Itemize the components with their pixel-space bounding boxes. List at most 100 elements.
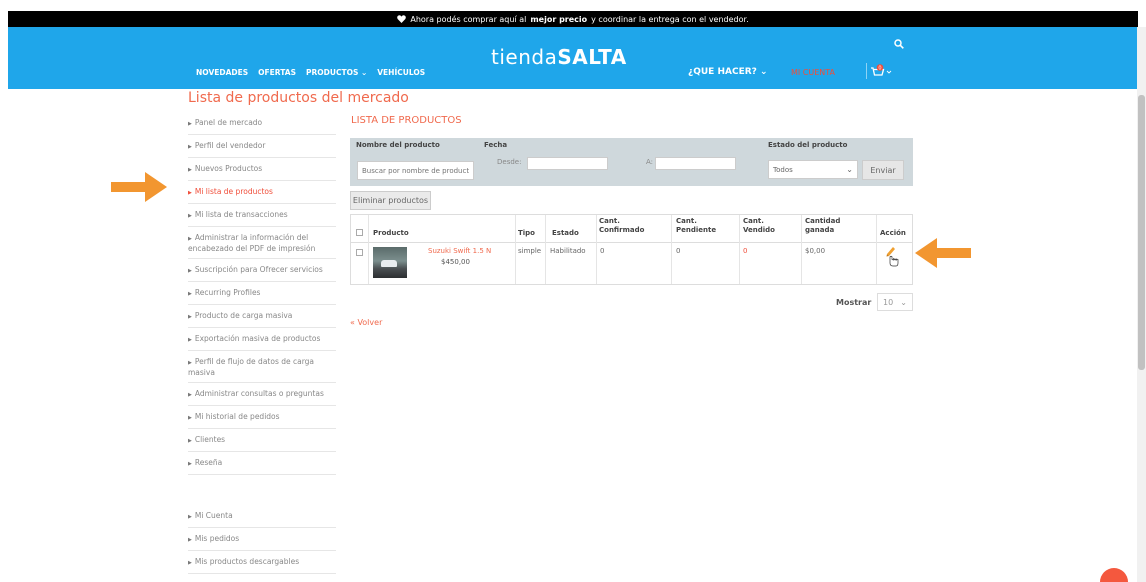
sidebar-item-clientes[interactable]: ▶ Clientes bbox=[188, 429, 336, 452]
product-price: $450,00 bbox=[441, 258, 470, 266]
sidebar: ▶ Panel de mercado ▶ Perfil del vendedor ▶… bbox=[188, 112, 336, 574]
triangle-right-icon: ▶ bbox=[188, 461, 192, 467]
filter-header-state: Estado del producto bbox=[768, 141, 848, 149]
product-name-link[interactable]: Suzuki Swift 1.5 N bbox=[428, 247, 491, 255]
cart-icon: 0 bbox=[871, 64, 892, 76]
site-header: tiendaSALTA NOVEDADES OFERTAS PRODUCTOS … bbox=[8, 27, 1138, 89]
qty-earned: $0,00 bbox=[805, 247, 826, 255]
delete-products-button[interactable]: Eliminar productos bbox=[350, 191, 431, 210]
sidebar-item-flujo-datos[interactable]: ▶ Perfil de flujo de datos de carga masiv… bbox=[188, 351, 336, 383]
site-logo[interactable]: tiendaSALTA bbox=[491, 45, 627, 69]
column-divider bbox=[515, 215, 516, 284]
sidebar-item-descargables[interactable]: ▶ Mis productos descargables bbox=[188, 551, 336, 574]
sidebar-item-label: Administrar la información del encabezad… bbox=[188, 233, 316, 253]
nav-novedades[interactable]: NOVEDADES bbox=[196, 68, 248, 77]
column-divider bbox=[368, 215, 369, 284]
sidebar-item-nuevos[interactable]: ▶ Nuevos Productos bbox=[188, 158, 336, 181]
product-thumbnail[interactable] bbox=[373, 247, 407, 278]
sidebar-item-label: Producto de carga masiva bbox=[194, 311, 293, 320]
sidebar-item-label: Mi Cuenta bbox=[194, 511, 233, 520]
cart-count: 0 bbox=[878, 65, 881, 71]
cart-button[interactable]: 0 bbox=[870, 63, 894, 77]
triangle-right-icon: ▶ bbox=[188, 514, 192, 520]
column-header-confirmado: Cant. Confirmado bbox=[599, 217, 645, 234]
triangle-right-icon: ▶ bbox=[188, 291, 192, 297]
desde-label: Desde: bbox=[497, 158, 522, 166]
arrow-left-icon bbox=[915, 238, 971, 268]
triangle-right-icon: ▶ bbox=[188, 167, 192, 173]
announcement-prefix: Ahora podés comprar aquí al bbox=[410, 14, 527, 24]
sidebar-item-mis-pedidos[interactable]: ▶ Mis pedidos bbox=[188, 528, 336, 551]
sidebar-item-perfil[interactable]: ▶ Perfil del vendedor bbox=[188, 135, 336, 158]
logo-part-2: SALTA bbox=[557, 45, 627, 69]
hasta-label: A: bbox=[646, 158, 654, 166]
sidebar-item-transacciones[interactable]: ▶ Mi lista de transacciones bbox=[188, 204, 336, 227]
triangle-right-icon: ▶ bbox=[188, 537, 192, 543]
column-divider bbox=[596, 215, 597, 284]
triangle-right-icon: ▶ bbox=[188, 360, 192, 366]
table-header-divider bbox=[351, 242, 912, 243]
column-divider bbox=[739, 215, 740, 284]
date-to-input[interactable] bbox=[655, 157, 736, 170]
column-header-pendiente: Cant. Pendiente bbox=[676, 217, 717, 234]
mi-cuenta-link[interactable]: MI CUENTA bbox=[791, 68, 835, 77]
sidebar-item-historial[interactable]: ▶ Mi historial de pedidos bbox=[188, 406, 336, 429]
volver-link[interactable]: « Volver bbox=[350, 318, 382, 327]
nav-productos[interactable]: PRODUCTOS ⌄ bbox=[306, 68, 367, 77]
page-size-value: 10 bbox=[883, 297, 894, 307]
sidebar-item-panel[interactable]: ▶ Panel de mercado bbox=[188, 112, 336, 135]
state-select[interactable]: Todos ⌄ bbox=[768, 160, 858, 179]
triangle-right-icon: ▶ bbox=[188, 438, 192, 444]
column-header-ganada: Cantidad ganada bbox=[805, 217, 841, 234]
scrollbar-thumb[interactable] bbox=[1138, 95, 1145, 370]
product-state: Habilitado bbox=[550, 247, 586, 255]
qty-pending: 0 bbox=[676, 247, 681, 255]
sidebar-item-exportacion[interactable]: ▶ Exportación masiva de productos bbox=[188, 328, 336, 351]
select-all-checkbox[interactable] bbox=[356, 229, 363, 236]
nav-vehiculos[interactable]: VEHÍCULOS bbox=[377, 68, 425, 77]
edit-icon[interactable] bbox=[884, 245, 900, 267]
triangle-right-icon: ▶ bbox=[188, 314, 192, 320]
triangle-right-icon: ▶ bbox=[188, 213, 192, 219]
column-divider bbox=[671, 215, 672, 284]
date-from-input[interactable] bbox=[527, 157, 608, 170]
sidebar-item-carga-masiva[interactable]: ▶ Producto de carga masiva bbox=[188, 305, 336, 328]
enviar-button[interactable]: Enviar bbox=[862, 160, 904, 180]
page: Ahora podés comprar aquí al mejor precio… bbox=[0, 0, 1146, 582]
section-title: LISTA DE PRODUCTOS bbox=[351, 115, 462, 126]
column-divider bbox=[545, 215, 546, 284]
nav-ofertas[interactable]: OFERTAS bbox=[258, 68, 296, 77]
sidebar-item-consultas[interactable]: ▶ Administrar consultas o preguntas bbox=[188, 383, 336, 406]
sidebar-item-recurring[interactable]: ▶ Recurring Profiles bbox=[188, 282, 336, 305]
sidebar-item-suscripcion[interactable]: ▶ Suscripción para Ofrecer servicios bbox=[188, 259, 336, 282]
chevron-down-icon: ⌄ bbox=[900, 297, 907, 307]
triangle-right-icon: ▶ bbox=[188, 268, 192, 274]
floating-action-button[interactable] bbox=[1100, 568, 1128, 582]
arrow-right-icon bbox=[111, 172, 167, 202]
sidebar-item-label: Recurring Profiles bbox=[194, 288, 261, 297]
triangle-right-icon: ▶ bbox=[188, 392, 192, 398]
heart-icon bbox=[397, 15, 407, 23]
car-image bbox=[381, 260, 397, 267]
qty-confirmed: 0 bbox=[600, 247, 605, 255]
triangle-right-icon: ▶ bbox=[188, 415, 192, 421]
main-nav: NOVEDADES OFERTAS PRODUCTOS ⌄ VEHÍCULOS bbox=[196, 68, 425, 77]
page-title: Lista de productos del mercado bbox=[188, 90, 409, 106]
sidebar-item-resena[interactable]: ▶ Reseña bbox=[188, 452, 336, 475]
column-header-tipo: Tipo bbox=[518, 229, 535, 237]
triangle-right-icon: ▶ bbox=[188, 144, 192, 150]
sidebar-item-pdf[interactable]: ▶ Administrar la información del encabeza… bbox=[188, 227, 336, 259]
filter-header-date: Fecha bbox=[484, 141, 508, 149]
sidebar-item-mi-lista-productos[interactable]: ▶ Mi lista de productos bbox=[188, 181, 336, 204]
que-hacer-menu[interactable]: ¿QUE HACER? ⌄ bbox=[688, 67, 768, 77]
page-size-select[interactable]: 10 ⌄ bbox=[877, 293, 913, 311]
sidebar-item-label: Administrar consultas o preguntas bbox=[194, 389, 324, 398]
product-search-input[interactable] bbox=[357, 161, 474, 180]
sidebar-item-mi-cuenta[interactable]: ▶ Mi Cuenta bbox=[188, 505, 336, 528]
chevron-down-icon: ⌄ bbox=[846, 165, 853, 174]
sidebar-item-label: Clientes bbox=[194, 435, 226, 444]
row-checkbox[interactable] bbox=[356, 249, 363, 256]
search-icon[interactable] bbox=[894, 39, 904, 49]
sidebar-item-label: Exportación masiva de productos bbox=[194, 334, 321, 343]
